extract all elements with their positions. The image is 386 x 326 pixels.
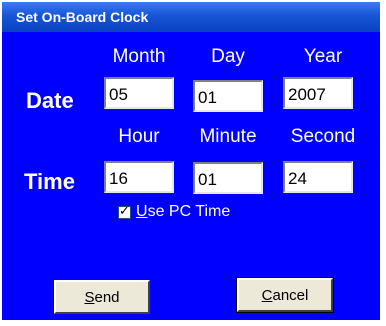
month-column-label: Month — [112, 46, 166, 67]
minute-column-label: Minute — [199, 126, 257, 147]
hour-field[interactable]: 16 — [104, 161, 174, 193]
day-field[interactable]: 01 — [193, 80, 263, 112]
check-mark-icon: ✓ — [119, 203, 130, 219]
title-bar[interactable]: Set On-Board Clock — [2, 2, 380, 32]
minute-field[interactable]: 01 — [193, 162, 263, 194]
window-title: Set On-Board Clock — [16, 9, 149, 25]
month-field[interactable]: 05 — [104, 77, 174, 109]
dialog-client-area: Month Day Year Date 05 01 2007 Hour Minu… — [2, 32, 380, 320]
cancel-button-label: Cancel — [261, 286, 309, 304]
time-row-label: Time — [24, 169, 75, 194]
cancel-button[interactable]: Cancel — [236, 277, 334, 313]
date-row-label: Date — [26, 88, 74, 113]
use-pc-time-label: Use PC Time — [136, 203, 231, 220]
second-column-label: Second — [290, 126, 356, 147]
day-column-label: Day — [211, 46, 245, 67]
year-field[interactable]: 2007 — [283, 77, 353, 109]
use-pc-time-checkbox[interactable]: ✓ Use PC Time — [118, 203, 230, 221]
checkbox-box[interactable]: ✓ — [118, 203, 131, 219]
hour-column-label: Hour — [118, 126, 160, 147]
second-field[interactable]: 24 — [283, 161, 353, 193]
set-onboard-clock-window: Set On-Board Clock Month Day Year Date 0… — [0, 0, 382, 322]
year-column-label: Year — [303, 46, 343, 67]
send-button-label: Send — [84, 288, 120, 306]
send-button[interactable]: Send — [54, 280, 150, 314]
